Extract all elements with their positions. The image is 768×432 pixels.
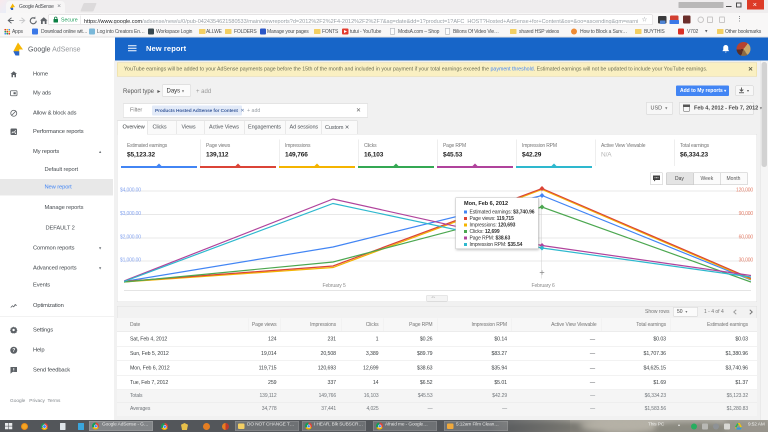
svg-text:?: ? [12,348,15,354]
